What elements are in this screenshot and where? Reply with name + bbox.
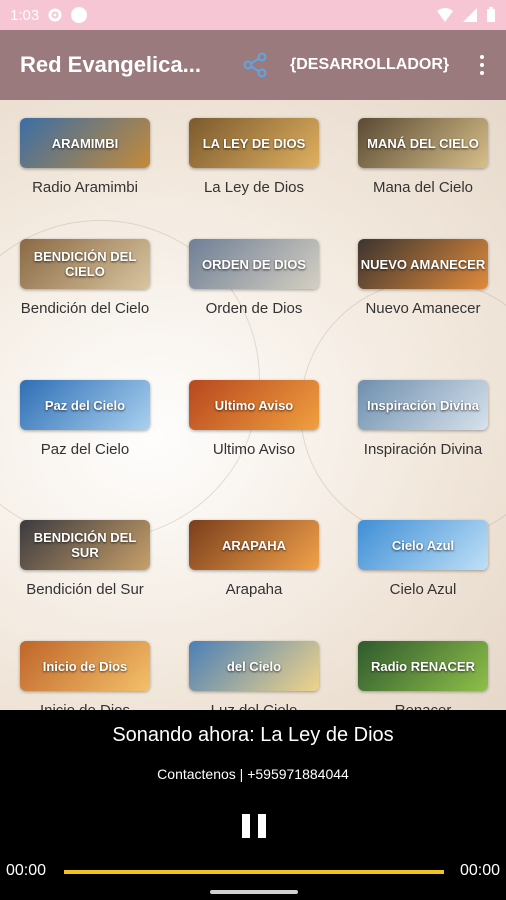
station-label: Renacer xyxy=(348,701,498,710)
notification-circle-icon xyxy=(71,7,88,23)
contact-link[interactable]: Contactenos | +595971884044 xyxy=(0,766,506,782)
station-thumbnail[interactable]: del Cielo xyxy=(189,641,319,691)
station-thumbnail[interactable]: BENDICIÓN DEL SUR xyxy=(20,520,150,570)
station-label: Cielo Azul xyxy=(389,581,457,598)
station-label: Radio Aramimbi xyxy=(32,179,138,196)
station-label: Orden de Dios xyxy=(205,300,303,317)
station-thumbnail[interactable]: BENDICIÓN DEL CIELO xyxy=(20,239,150,289)
gesture-handle xyxy=(210,890,298,894)
station-label: Ultimo Aviso xyxy=(212,441,296,458)
more-options-button[interactable] xyxy=(472,55,492,75)
wifi-icon xyxy=(437,8,453,22)
station-tile[interactable]: Paz del Cielo Paz del Cielo xyxy=(10,380,160,459)
app-title: Red Evangelica... xyxy=(20,52,201,77)
station-thumbnail[interactable]: NUEVO AMANECER xyxy=(358,239,488,289)
app-toolbar: Red Evangelica... {DESARROLLADOR} xyxy=(0,30,506,100)
station-tile[interactable]: Inspiración Divina Inspiración Divina xyxy=(348,380,498,459)
player-bar: Sonando ahora: La Ley de Dios Contacteno… xyxy=(0,710,506,900)
station-list: ARAMIMBI Radio Aramimbi LA LEY DE DIOS La L… xyxy=(0,100,506,710)
station-tile[interactable]: MANÁ DEL CIELO Mana del Cielo xyxy=(348,118,498,197)
station-tile[interactable]: ARAMIMBI Radio Aramimbi xyxy=(10,118,160,197)
developer-button[interactable]: {DESARROLLADOR} xyxy=(290,56,449,74)
station-tile[interactable]: Inicio de Dios Inicio de Dios xyxy=(10,641,160,710)
station-thumbnail[interactable]: Inspiración Divina xyxy=(358,380,488,430)
station-tile[interactable]: Radio RENACER Renacer xyxy=(348,641,498,710)
station-thumbnail[interactable]: Cielo Azul xyxy=(358,520,488,570)
pause-icon-bar xyxy=(242,814,250,838)
station-tile[interactable]: BENDICIÓN DEL SUR Bendición del Sur xyxy=(10,520,160,599)
station-thumbnail[interactable]: Paz del Cielo xyxy=(20,380,150,430)
station-tile[interactable]: LA LEY DE DIOS La Ley de Dios xyxy=(179,118,329,197)
station-thumbnail[interactable]: ORDEN DE DIOS xyxy=(189,239,319,289)
station-tile[interactable]: ORDEN DE DIOS Orden de Dios xyxy=(179,239,329,318)
total-time: 00:00 xyxy=(459,862,500,879)
share-button[interactable] xyxy=(240,50,270,80)
pause-button[interactable] xyxy=(242,814,266,838)
status-time: 1:03 xyxy=(10,6,40,24)
station-tile[interactable]: BENDICIÓN DEL CIELO Bendición del Cielo xyxy=(10,239,160,318)
station-tile[interactable]: del Cielo Luz del Cielo xyxy=(179,641,329,710)
station-thumbnail[interactable]: Ultimo Aviso xyxy=(189,380,319,430)
station-label: Luz del Cielo xyxy=(179,701,329,710)
status-bar: 1:03 xyxy=(0,0,506,30)
station-label: Arapaha xyxy=(225,581,283,598)
station-label: Bendición del Cielo xyxy=(20,300,150,317)
station-thumbnail[interactable]: Inicio de Dios xyxy=(20,641,150,691)
station-tile[interactable]: Cielo Azul Cielo Azul xyxy=(348,520,498,599)
signal-icon xyxy=(463,8,477,22)
station-tile[interactable]: Ultimo Aviso Ultimo Aviso xyxy=(179,380,329,459)
station-thumbnail[interactable]: LA LEY DE DIOS xyxy=(189,118,319,168)
share-icon xyxy=(243,52,267,78)
station-label: Bendición del Sur xyxy=(26,581,144,598)
settings-icon xyxy=(48,8,62,22)
elapsed-time: 00:00 xyxy=(6,862,47,879)
station-tile[interactable]: ARAPAHA Arapaha xyxy=(179,520,329,599)
station-thumbnail[interactable]: Radio RENACER xyxy=(358,641,488,691)
station-label: Inspiración Divina xyxy=(363,441,483,458)
battery-icon xyxy=(487,7,495,22)
station-thumbnail[interactable]: MANÁ DEL CIELO xyxy=(358,118,488,168)
more-dot xyxy=(480,71,484,75)
station-tile[interactable]: NUEVO AMANECER Nuevo Amanecer xyxy=(348,239,498,318)
station-label: Nuevo Amanecer xyxy=(365,300,481,317)
station-label: Paz del Cielo xyxy=(40,441,130,458)
more-dot xyxy=(480,63,484,67)
station-label: Inicio de Dios xyxy=(10,701,160,710)
now-playing-text: Sonando ahora: La Ley de Dios xyxy=(112,724,394,746)
seek-bar[interactable] xyxy=(64,870,444,874)
pause-icon-bar xyxy=(258,814,266,838)
station-thumbnail[interactable]: ARAMIMBI xyxy=(20,118,150,168)
station-label: Mana del Cielo xyxy=(372,179,474,196)
station-label: La Ley de Dios xyxy=(203,179,305,196)
more-dot xyxy=(480,55,484,59)
station-thumbnail[interactable]: ARAPAHA xyxy=(189,520,319,570)
